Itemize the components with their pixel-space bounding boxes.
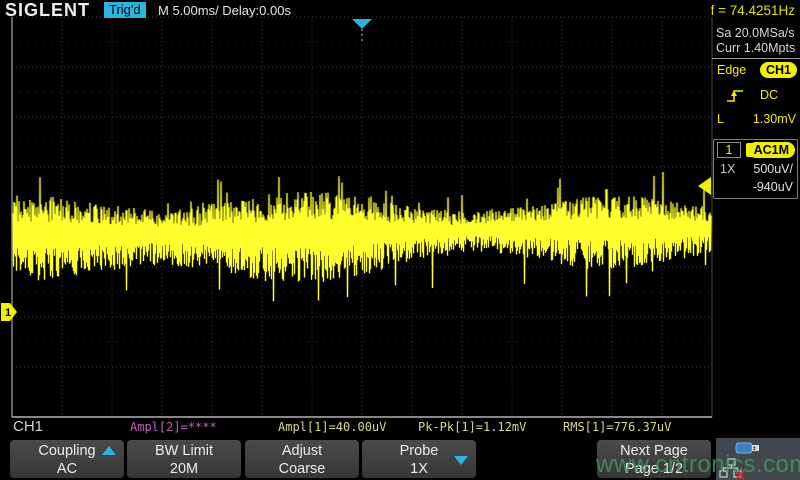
menu-button-coupling[interactable]: Coupling AC <box>10 440 124 478</box>
memory-depth-readout: Curr 1.40Mpts <box>716 41 795 55</box>
menu-button-value: 20M <box>127 460 241 478</box>
menu-button-value: AC <box>10 460 124 478</box>
measurement-pkpk: Pk-Pk[1]=1.12mV <box>418 420 526 434</box>
probe-attenuation-readout: 1X <box>720 162 735 176</box>
menu-button-title: Next Page <box>597 442 711 460</box>
trigger-source-badge: CH1 <box>760 62 797 78</box>
frequency-counter: f = 74.4251Hz <box>711 3 795 18</box>
oscilloscope-screen: 1 SIGLENT Trig'd M 5.00ms/ Delay:0.00s f… <box>0 0 800 480</box>
menu-button-probe[interactable]: Probe 1X <box>362 440 476 478</box>
menu-button-bw-limit[interactable]: BW Limit 20M <box>127 440 241 478</box>
lan-disconnected-icon <box>718 458 748 480</box>
sidebar-divider <box>712 58 800 59</box>
channel-offset-readout: -940uV <box>753 180 793 194</box>
measurement-rms: RMS[1]=776.37uV <box>563 420 671 434</box>
measure-channel-label: CH1 <box>13 418 43 435</box>
menu-button-title: BW Limit <box>127 442 241 460</box>
menu-button-next-page[interactable]: Next Page Page 1/2 <box>597 440 711 478</box>
menu-button-value: Coarse <box>245 460 359 478</box>
channel-number-box: 1 <box>717 142 741 158</box>
trigger-coupling-readout: DC <box>760 88 778 102</box>
sample-rate-readout: Sa 20.0MSa/s <box>716 26 795 40</box>
menu-button-empty <box>480 440 594 478</box>
siglent-logo: SIGLENT <box>5 0 90 21</box>
menu-button-value: Page 1/2 <box>597 460 711 478</box>
trigger-status-badge: Trig'd <box>104 2 146 18</box>
rising-edge-icon <box>724 87 746 104</box>
timebase-readout: M 5.00ms/ Delay:0.00s <box>158 3 291 18</box>
scope-display: 1 <box>0 0 800 480</box>
status-panel <box>716 438 800 480</box>
channel1-info-box: 1 B AC1M 1X 500uV/ -940uV <box>713 139 798 199</box>
measurement-ampl2: Ampl[2]=**** <box>130 420 217 434</box>
usb-device-icon <box>734 440 764 457</box>
volts-per-div-readout: 500uV/ <box>753 162 793 176</box>
trigger-level-readout: 1.30mV <box>753 112 796 126</box>
menu-button-adjust[interactable]: Adjust Coarse <box>245 440 359 478</box>
channel-coupling-badge: AC1M <box>748 142 795 158</box>
menu-button-title: Adjust <box>245 442 359 460</box>
down-arrow-icon <box>454 456 468 465</box>
channel1-position-marker: 1 <box>1 303 17 321</box>
svg-text:1: 1 <box>5 307 11 319</box>
trigger-position-marker <box>352 19 372 29</box>
trigger-level-label: L <box>717 112 724 126</box>
measurement-ampl1: Ampl[1]=40.00uV <box>278 420 386 434</box>
up-arrow-icon <box>102 446 116 455</box>
trigger-type-label: Edge <box>717 63 746 77</box>
